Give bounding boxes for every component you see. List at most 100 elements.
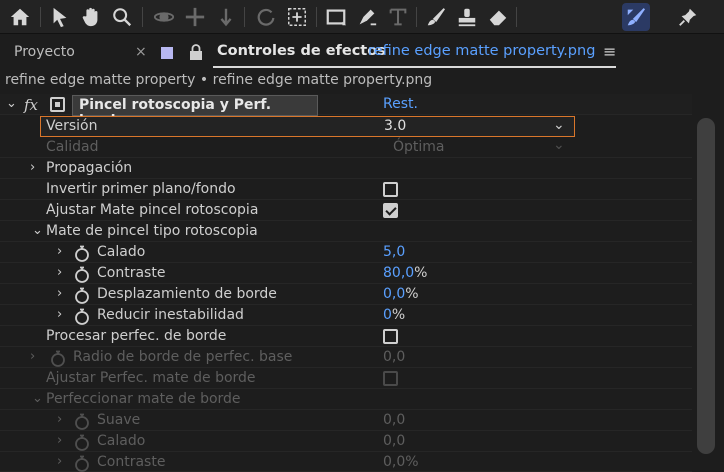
active-tab-indicator (213, 66, 616, 68)
chevron-down-icon: ⌄ (553, 117, 565, 133)
rectangle-icon[interactable] (322, 3, 350, 31)
chevron-right-icon[interactable]: › (57, 412, 62, 427)
feather-label: Calado (97, 244, 146, 260)
scrollbar-thumb[interactable] (697, 118, 715, 454)
process-refine-row: Procesar perfec. de borde (0, 326, 692, 347)
feather-2-value: 0,0 (383, 433, 406, 449)
tools-toolbar (0, 0, 724, 34)
invert-label: Invertir primer plano/fondo (46, 181, 236, 197)
reduce-chatter-row: › Reducir inestabilidad 0% (0, 305, 692, 326)
chevron-down-icon[interactable]: ⌄ (6, 96, 17, 111)
tab-controles-de-efectos[interactable]: Controles de efectos (217, 43, 386, 59)
reduce-chatter-unit: % (391, 307, 406, 323)
quality-value[interactable]: Óptima (393, 139, 445, 155)
zoom-icon[interactable] (108, 3, 136, 31)
chevron-right-icon[interactable]: › (57, 286, 62, 301)
stopwatch-icon[interactable] (74, 266, 90, 283)
type-icon[interactable] (384, 3, 412, 31)
base-radius-label: Radio de borde de perfec. base (73, 349, 293, 365)
edge-shift-value: 0,0 (383, 286, 406, 302)
invert-checkbox[interactable] (383, 182, 398, 197)
chevron-right-icon[interactable]: › (57, 433, 62, 448)
chevron-right-icon[interactable]: › (57, 454, 62, 469)
fx-toggle-icon[interactable]: fx (24, 96, 38, 114)
refine-matte-row: Ajustar Mate pincel rotoscopia (0, 200, 692, 221)
toolbar-divider (316, 7, 317, 27)
refine-matte-checkbox[interactable] (383, 203, 398, 218)
version-dropdown[interactable]: Versión 3.0 ⌄ (40, 116, 575, 137)
toolbar-divider (142, 7, 143, 27)
roto-matte-group[interactable]: ⌄ Mate de pincel tipo rotoscopia (0, 221, 692, 242)
contrast-value-field[interactable]: 80,0% (383, 265, 427, 281)
orbit-camera-icon[interactable] (150, 3, 178, 31)
close-tab-icon[interactable]: × (135, 44, 147, 60)
refine-edge-group-label: Perfeccionar mate de borde (46, 391, 241, 407)
smooth-value: 0,0 (383, 412, 406, 428)
toolbar-divider (516, 7, 517, 27)
feather-2-label: Calado (97, 433, 146, 449)
pen-icon[interactable] (353, 3, 381, 31)
base-radius-value: 0,0 (383, 349, 406, 365)
toolbar-divider (416, 7, 417, 27)
effect-toggle-icon[interactable] (50, 97, 65, 112)
chevron-right-icon[interactable]: › (57, 307, 62, 322)
edge-shift-value-field[interactable]: 0,0% (383, 286, 419, 302)
contrast-2-row: › Contraste 0,0% (0, 452, 692, 472)
propagation-label: Propagación (46, 160, 133, 176)
panel-menu-icon[interactable]: ≡ (603, 42, 616, 61)
eraser-icon[interactable] (484, 3, 512, 31)
brush-icon[interactable] (422, 3, 450, 31)
edge-shift-label: Desplazamiento de borde (97, 286, 277, 302)
base-radius-row: › Radio de borde de perfec. base 0,0 (0, 347, 692, 368)
propagation-group[interactable]: › Propagación (0, 158, 692, 179)
effect-name[interactable]: Pincel rotoscopia y Perf. borde (72, 95, 318, 129)
reduce-chatter-value-field[interactable]: 0% (383, 307, 405, 323)
rotate-icon[interactable] (252, 3, 280, 31)
chevron-right-icon[interactable]: › (57, 265, 62, 280)
clone-stamp-icon[interactable] (453, 3, 481, 31)
home-icon[interactable] (6, 3, 34, 31)
feather-value[interactable]: 5,0 (383, 244, 405, 260)
stopwatch-icon (75, 413, 89, 430)
feather-row: › Calado 5,0 (0, 242, 692, 263)
dolly-camera-icon[interactable] (212, 3, 240, 31)
pan-behind-icon[interactable] (283, 3, 311, 31)
reset-link[interactable]: Rest. (383, 96, 418, 112)
layer-color-swatch (161, 47, 173, 59)
chevron-down-icon[interactable]: ⌄ (32, 391, 43, 406)
tab-file-name: refine edge matte property.png (368, 43, 596, 59)
refine-edge-matte-checkbox (383, 371, 398, 386)
chevron-down-icon[interactable]: ⌄ (32, 223, 43, 238)
refine-edge-matte-label: Ajustar Perfec. mate de borde (46, 370, 256, 386)
refine-edge-matte-row: Ajustar Perfec. mate de borde (0, 368, 692, 389)
process-refine-checkbox[interactable] (383, 329, 398, 344)
stopwatch-icon[interactable] (74, 287, 90, 304)
contrast-value: 80,0 (383, 265, 415, 281)
version-label: Versión (46, 118, 98, 134)
chevron-right-icon[interactable]: › (30, 349, 35, 364)
stopwatch-icon (51, 350, 65, 367)
toolbar-divider (40, 7, 41, 27)
tab-proyecto[interactable]: Proyecto (14, 44, 75, 60)
refine-edge-group[interactable]: ⌄ Perfeccionar mate de borde (0, 389, 692, 410)
chevron-right-icon[interactable]: › (30, 160, 35, 175)
edge-shift-row: › Desplazamiento de borde 0,0% (0, 284, 692, 305)
roto-brush-icon[interactable] (622, 3, 650, 31)
stopwatch-icon (75, 434, 89, 451)
stopwatch-icon[interactable] (74, 308, 90, 325)
chevron-right-icon[interactable]: › (57, 244, 62, 259)
roto-matte-label: Mate de pincel tipo rotoscopia (46, 223, 258, 239)
contrast-unit: % (414, 265, 428, 281)
stopwatch-icon[interactable] (74, 245, 90, 262)
quality-label: Calidad (46, 139, 99, 155)
pan-camera-icon[interactable] (181, 3, 209, 31)
refine-matte-label: Ajustar Mate pincel rotoscopia (46, 202, 259, 218)
chevron-down-icon: ⌄ (553, 137, 565, 153)
puppet-pin-icon[interactable] (674, 3, 702, 31)
process-refine-label: Procesar perfec. de borde (46, 328, 227, 344)
hand-icon[interactable] (77, 3, 105, 31)
selection-arrow-icon[interactable] (46, 3, 74, 31)
invert-row: Invertir primer plano/fondo (0, 179, 692, 200)
lock-icon[interactable] (189, 44, 203, 60)
edge-shift-unit: % (405, 286, 419, 302)
